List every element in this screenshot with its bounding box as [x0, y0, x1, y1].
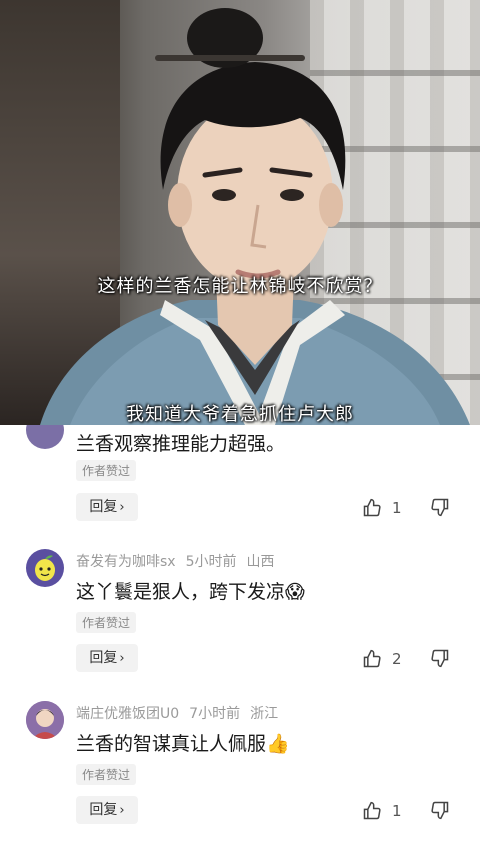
subtitle-bottom: 我知道大爷着急抓住卢大郎 — [126, 404, 354, 425]
like-button[interactable]: 1 — [362, 800, 402, 822]
comment-text: 这丫鬟是狠人，跨下发凉😱 — [76, 581, 305, 603]
thumbs-down-icon — [431, 801, 449, 820]
chevron-right-icon: › — [119, 803, 125, 818]
reply-button[interactable]: 回复 › — [76, 493, 138, 521]
lemon-avatar-icon — [35, 555, 55, 581]
reply-label: 回复 — [89, 802, 118, 818]
dislike-button[interactable] — [430, 800, 450, 822]
character-avatar-icon — [26, 701, 64, 739]
author-liked-badge: 作者赞过 — [76, 460, 137, 481]
comment-meta: 奋发有为咖啡sx 5小时前 山西 — [76, 551, 285, 571]
subtitle-top: 这样的兰香怎能让林锦岐不欣赏？ — [97, 276, 383, 297]
location: 浙江 — [250, 706, 279, 722]
video-frame-figure — [40, 8, 470, 425]
username[interactable]: 端庄优雅饭团U0 — [76, 706, 179, 722]
avatar[interactable] — [26, 425, 64, 449]
reply-label: 回复 — [89, 650, 118, 666]
thumbs-down-icon — [431, 498, 449, 517]
comment-meta: 端庄优雅饭团U0 7小时前 浙江 — [76, 703, 288, 723]
author-liked-badge: 作者赞过 — [76, 612, 137, 633]
chevron-right-icon: › — [119, 651, 125, 666]
like-button[interactable]: 1 — [362, 497, 402, 519]
avatar[interactable] — [26, 701, 64, 739]
thumbs-up-icon — [363, 649, 381, 668]
username[interactable]: 奋发有为咖啡sx — [76, 554, 176, 570]
dislike-button[interactable] — [430, 497, 450, 519]
thumbs-up-icon — [363, 498, 381, 517]
comment-text: 兰香的智谋真让人佩服👍 — [76, 733, 290, 755]
timestamp: 7小时前 — [189, 706, 241, 722]
video-player[interactable]: 这样的兰香怎能让林锦岐不欣赏？ 我知道大爷着急抓住卢大郎 — [0, 0, 480, 425]
reply-button[interactable]: 回复 › — [76, 796, 138, 824]
like-count: 1 — [392, 802, 402, 820]
chevron-right-icon: › — [119, 500, 125, 515]
thumbs-up-icon — [363, 801, 381, 820]
location: 山西 — [246, 554, 275, 570]
author-liked-badge: 作者赞过 — [76, 764, 137, 785]
avatar[interactable] — [26, 549, 64, 587]
timestamp: 5小时前 — [185, 554, 237, 570]
reply-button[interactable]: 回复 › — [76, 644, 138, 672]
thumbs-down-icon — [431, 649, 449, 668]
comment-text: 兰香观察推理能力超强。 — [76, 433, 286, 455]
dislike-button[interactable] — [430, 648, 450, 670]
like-count: 2 — [392, 650, 402, 668]
reply-label: 回复 — [89, 499, 118, 515]
like-count: 1 — [392, 499, 402, 517]
comment-list: 兰香观察推理能力超强。 作者赞过 回复 › 1 奋发有为咖啡sx 5小时前 山西 这丫… — [0, 425, 480, 853]
like-button[interactable]: 2 — [362, 648, 402, 670]
